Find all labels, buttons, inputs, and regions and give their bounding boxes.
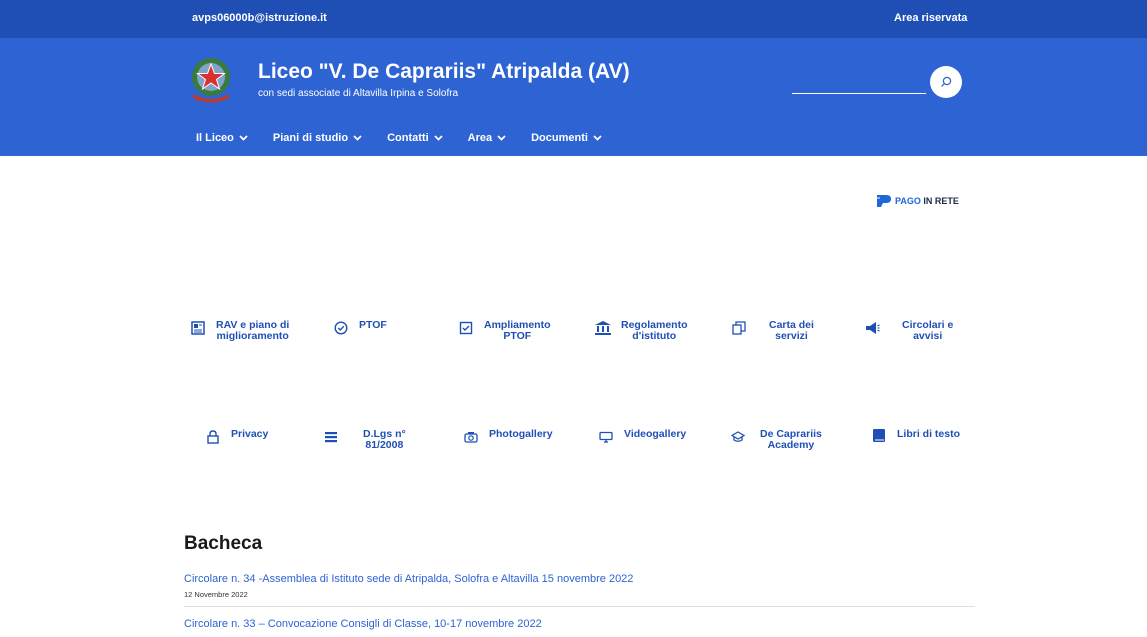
video-icon (598, 429, 614, 445)
layers-icon (323, 429, 339, 445)
bacheca-post: Circolare n. 33 – Convocazione Consigli … (184, 618, 542, 635)
nav-area[interactable]: Area (468, 132, 506, 144)
quicklink-dlgs[interactable]: D.Lgs n° 81/2008 (323, 429, 406, 451)
megaphone-icon (864, 320, 880, 336)
check-circle-icon (333, 320, 349, 336)
search-input[interactable] (792, 93, 926, 94)
post-title-link[interactable]: Circolare n. 33 – Convocazione Consigli … (184, 618, 542, 630)
bacheca-heading: Bacheca (184, 533, 263, 554)
check-square-icon (458, 320, 474, 336)
post-date: 12 Novembre 2022 (184, 590, 248, 599)
chevron-down-icon (239, 135, 248, 141)
reserved-area-link[interactable]: Area riservata (894, 12, 967, 24)
republic-emblem-icon[interactable] (190, 56, 232, 104)
post-title-link[interactable]: Circolare n. 34 -Assemblea di Istituto s… (184, 573, 633, 585)
quicklink-rav[interactable]: RAV e piano di miglioramento (190, 320, 289, 342)
quicklink-videogallery[interactable]: Videogallery (598, 429, 686, 445)
bacheca-post: Circolare n. 34 -Assemblea di Istituto s… (184, 573, 633, 599)
nav-documenti[interactable]: Documenti (531, 132, 602, 144)
quicklink-ampliamento-ptof[interactable]: Ampliamento PTOF (458, 320, 551, 342)
nav-il-liceo[interactable]: Il Liceo (196, 132, 248, 144)
institution-icon (595, 320, 611, 336)
chevron-down-icon (593, 135, 602, 141)
search-icon (941, 76, 952, 87)
quicklink-circolari[interactable]: Circolari e avvisi (864, 320, 953, 342)
quicklink-privacy[interactable]: Privacy (205, 429, 268, 445)
newspaper-icon (190, 320, 206, 336)
pago-text: PAGO (895, 196, 921, 206)
quicklink-photogallery[interactable]: Photogallery (463, 429, 553, 445)
main-nav: Il Liceo Piani di studio Contatti Area D… (196, 132, 627, 144)
quicklink-ptof[interactable]: PTOF (333, 320, 387, 336)
quicklink-carta-servizi[interactable]: Carta dei servizi (731, 320, 814, 342)
in-rete-text: IN RETE (920, 196, 959, 206)
site-subtitle: con sedi associate di Altavilla Irpina e… (258, 88, 459, 99)
camera-icon (463, 429, 479, 445)
post-divider (184, 606, 975, 607)
chevron-down-icon (497, 135, 506, 141)
site-title[interactable]: Liceo "V. De Caprariis" Atripalda (AV) (258, 60, 630, 84)
lock-icon (205, 429, 221, 445)
graduation-cap-icon (730, 429, 746, 445)
pago-logo-icon (876, 195, 891, 207)
site-header: Liceo "V. De Caprariis" Atripalda (AV) c… (0, 38, 1147, 156)
top-bar: avps06000b@istruzione.it Area riservata (0, 0, 1147, 38)
quicklink-regolamento[interactable]: Regolamento d'istituto (595, 320, 688, 342)
nav-contatti[interactable]: Contatti (387, 132, 443, 144)
chevron-down-icon (353, 135, 362, 141)
school-email[interactable]: avps06000b@istruzione.it (192, 12, 327, 24)
search-button[interactable] (930, 66, 962, 98)
nav-piani-di-studio[interactable]: Piani di studio (273, 132, 362, 144)
copy-icon (731, 320, 747, 336)
quicklink-academy[interactable]: De Caprariis Academy (730, 429, 822, 451)
pago-in-rete-link[interactable]: PAGO IN RETE (876, 194, 959, 208)
quicklink-libri[interactable]: Libri di testo (871, 427, 960, 443)
book-icon (871, 427, 887, 443)
chevron-down-icon (433, 135, 443, 141)
